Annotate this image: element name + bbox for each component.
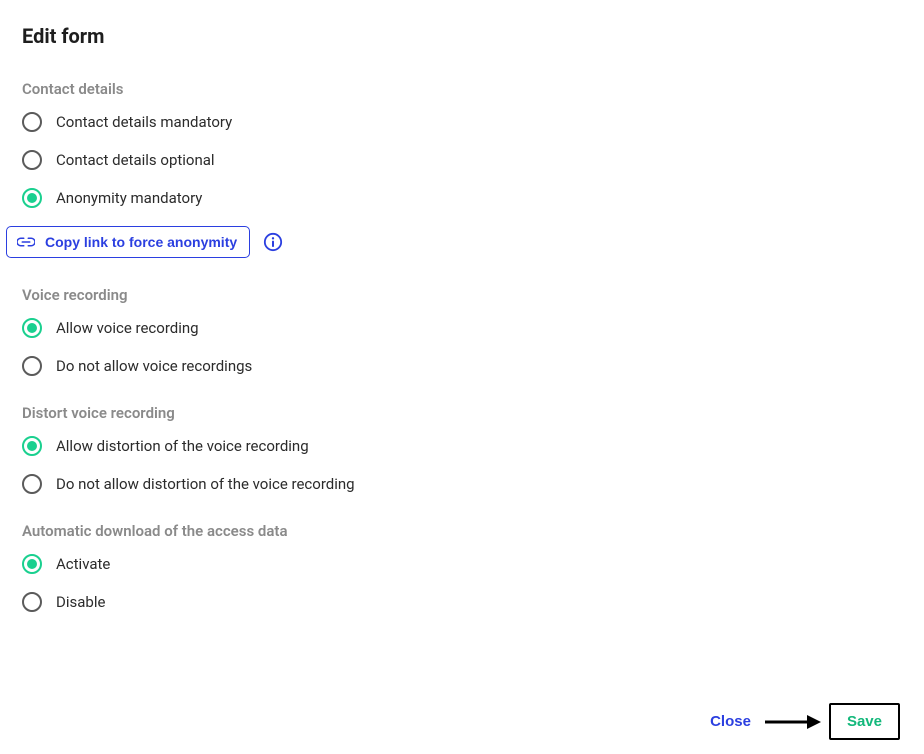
radio-icon xyxy=(22,436,42,456)
radio-anonymity-mandatory[interactable]: Anonymity mandatory xyxy=(22,188,906,208)
copy-link-label: Copy link to force anonymity xyxy=(45,234,237,250)
copy-link-button[interactable]: Copy link to force anonymity xyxy=(6,226,250,258)
radio-icon xyxy=(22,112,42,132)
close-button[interactable]: Close xyxy=(704,705,757,738)
radio-icon xyxy=(22,318,42,338)
save-button[interactable]: Save xyxy=(829,703,900,740)
section-heading-voice: Voice recording xyxy=(22,286,906,304)
radio-contact-mandatory[interactable]: Contact details mandatory xyxy=(22,112,906,132)
radio-label: Allow distortion of the voice recording xyxy=(56,437,309,455)
radio-label: Contact details mandatory xyxy=(56,113,232,131)
footer-actions: Close Save xyxy=(704,703,900,740)
section-heading-autodl: Automatic download of the access data xyxy=(22,522,906,540)
radio-icon xyxy=(22,474,42,494)
radio-voice-allow[interactable]: Allow voice recording xyxy=(22,318,906,338)
radio-voice-disallow[interactable]: Do not allow voice recordings xyxy=(22,356,906,376)
radio-label: Activate xyxy=(56,555,110,573)
info-icon[interactable] xyxy=(262,231,284,253)
radio-icon xyxy=(22,592,42,612)
radio-label: Contact details optional xyxy=(56,151,215,169)
radio-autodl-activate[interactable]: Activate xyxy=(22,554,906,574)
radio-autodl-disable[interactable]: Disable xyxy=(22,592,906,612)
section-heading-contact: Contact details xyxy=(22,80,906,98)
radio-label: Anonymity mandatory xyxy=(56,189,202,207)
radio-label: Do not allow distortion of the voice rec… xyxy=(56,475,355,493)
radio-label: Disable xyxy=(56,593,105,611)
page-title: Edit form xyxy=(22,24,906,48)
arrow-annotation-icon xyxy=(763,711,823,733)
radio-icon xyxy=(22,188,42,208)
radio-icon xyxy=(22,554,42,574)
radio-icon xyxy=(22,150,42,170)
radio-icon xyxy=(22,356,42,376)
section-heading-distort: Distort voice recording xyxy=(22,404,906,422)
radio-contact-optional[interactable]: Contact details optional xyxy=(22,150,906,170)
link-icon xyxy=(17,235,35,249)
radio-distort-allow[interactable]: Allow distortion of the voice recording xyxy=(22,436,906,456)
radio-distort-disallow[interactable]: Do not allow distortion of the voice rec… xyxy=(22,474,906,494)
radio-label: Do not allow voice recordings xyxy=(56,357,252,375)
radio-label: Allow voice recording xyxy=(56,319,199,337)
